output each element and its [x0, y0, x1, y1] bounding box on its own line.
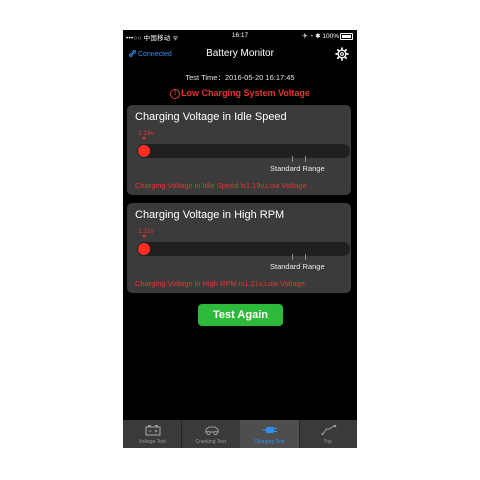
tab-voltage-test[interactable]: Voltage Test	[123, 420, 182, 448]
gear-icon[interactable]	[335, 47, 349, 61]
standard-range-label: Standard Range	[270, 164, 325, 173]
voltage-result-message: Charging Voltage in Idle Speed is1.19v,L…	[135, 181, 307, 190]
battery-status-icon	[340, 33, 353, 40]
voltage-indicator-dot	[138, 243, 150, 255]
standard-range-label: Standard Range	[270, 262, 325, 271]
tab-cranking-test[interactable]: Cranking Test	[182, 420, 241, 448]
trip-icon	[320, 424, 336, 436]
voltage-gauge-track	[137, 144, 350, 158]
tab-label: Voltage Test	[138, 439, 166, 445]
tab-label: Cranking Test	[195, 439, 226, 445]
card-title: Charging Voltage in High RPM	[135, 209, 285, 221]
test-time: Test Time：2016-05-20 16:17:45	[185, 73, 295, 82]
tab-bar: Voltage Test Cranking Test Charging Test	[123, 420, 357, 448]
range-marker-start	[292, 156, 293, 162]
alert-text: Low Charging System Voltage	[181, 88, 310, 98]
plug-icon	[262, 427, 277, 433]
test-again-button[interactable]: Test Again	[198, 304, 283, 326]
voltage-value-label: 1.19v	[138, 130, 154, 137]
alert-icon: !	[170, 88, 181, 99]
tab-label: Charging Test	[253, 439, 285, 445]
page-title: Battery Monitor	[206, 48, 274, 59]
card-title: Charging Voltage in Idle Speed	[135, 111, 287, 123]
voltage-result-message: Charging Voltage in High RPM is1.21v,Low…	[135, 279, 305, 288]
battery-icon	[145, 425, 161, 436]
alert-message: ! Low Charging System Voltage	[123, 88, 357, 99]
voltage-gauge-track	[137, 242, 350, 256]
tab-charging-test[interactable]: Charging Test	[240, 420, 299, 448]
range-marker-end	[305, 254, 306, 260]
range-marker-end	[305, 156, 306, 162]
value-marker-icon	[142, 137, 146, 140]
voltage-value-label: 1.21v	[138, 228, 154, 235]
status-indicators: ✈ ◔ ✱ 100%	[302, 33, 339, 40]
car-icon	[204, 426, 219, 436]
high-rpm-card: Charging Voltage in High RPM 1.21v Stand…	[127, 203, 351, 293]
tab-trip[interactable]: Trip	[299, 420, 358, 448]
value-marker-icon	[142, 235, 146, 238]
voltage-indicator-dot	[138, 145, 150, 157]
tab-label: Trip	[323, 439, 332, 445]
range-marker-start	[292, 254, 293, 260]
phone-screen: •••○○ 中国移动 ᯤ 16:17 ✈ ◔ ✱ 100% Connected …	[123, 30, 357, 448]
idle-speed-card: Charging Voltage in Idle Speed 1.19v Sta…	[127, 105, 351, 195]
nav-bar: Connected Battery Monitor	[123, 42, 357, 66]
status-bar: •••○○ 中国移动 ᯤ 16:17 ✈ ◔ ✱ 100%	[123, 30, 357, 42]
